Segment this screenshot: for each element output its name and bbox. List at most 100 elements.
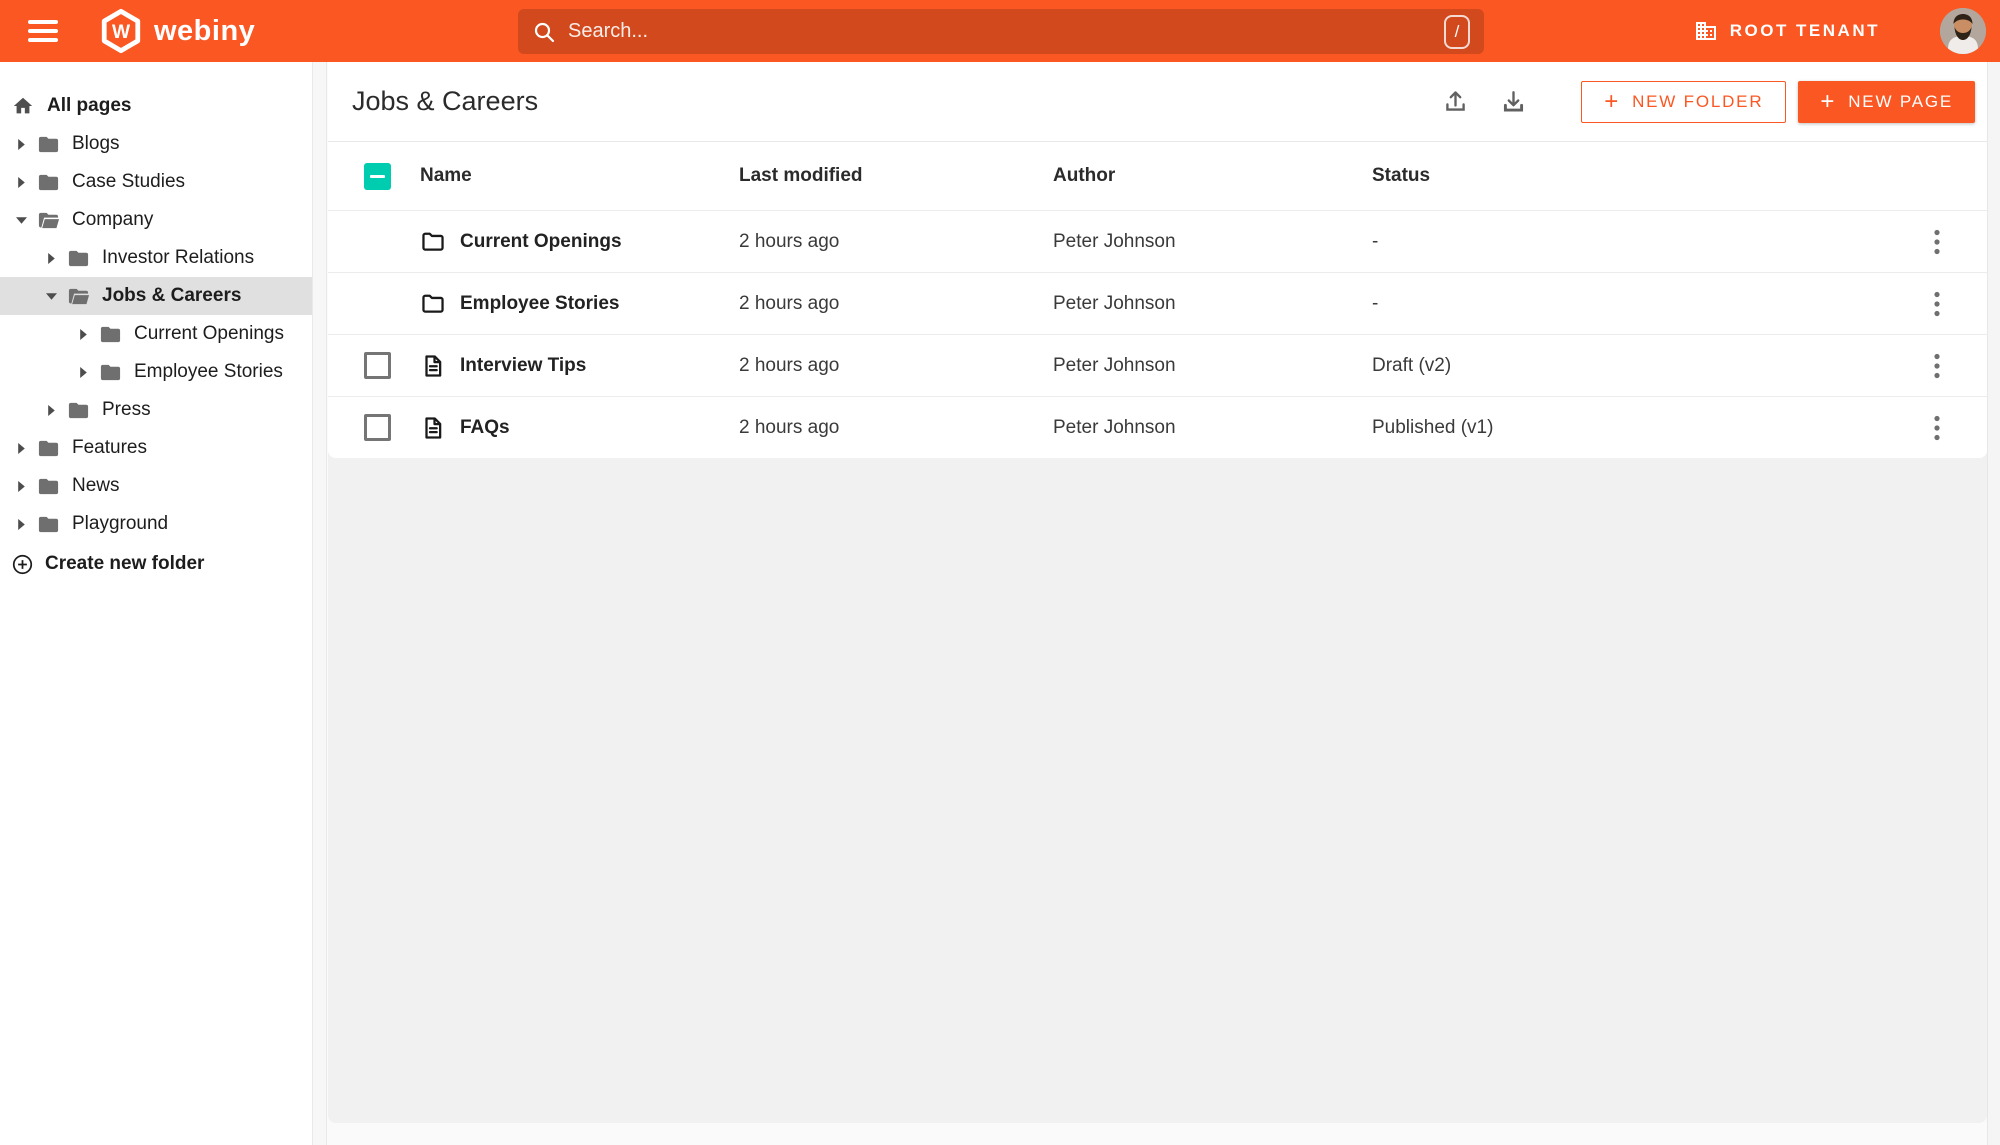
sidebar-item-all-pages[interactable]: All pages <box>0 87 312 125</box>
status-cell: Published (v1) <box>1372 416 1494 438</box>
plus-icon: + <box>1604 87 1621 115</box>
download-icon <box>1503 91 1523 112</box>
import-pages-button[interactable] <box>1491 80 1535 124</box>
home-icon <box>12 95 35 117</box>
webiny-page-builder: W webiny / ROOT TENANT <box>0 0 2000 1145</box>
sidebar-item-playground[interactable]: Playground <box>0 505 312 543</box>
name-cell[interactable]: FAQs <box>420 415 739 441</box>
user-avatar[interactable] <box>1940 8 1986 54</box>
kebab-icon <box>1934 291 1940 316</box>
row-checkbox[interactable] <box>364 352 391 379</box>
folder-open-icon <box>37 209 60 232</box>
last-modified-cell: 2 hours ago <box>739 292 840 314</box>
sidebar-item-current-openings[interactable]: Current Openings <box>0 315 312 353</box>
tenant-switcher[interactable]: ROOT TENANT <box>1694 0 1880 62</box>
new-page-label: NEW PAGE <box>1848 91 1953 111</box>
vertical-scrollbar[interactable] <box>1987 62 2000 1145</box>
sidebar-scrollbar[interactable] <box>312 62 327 1145</box>
sidebar-item-features[interactable]: Features <box>0 429 312 467</box>
name-cell[interactable]: Employee Stories <box>420 291 739 317</box>
name-cell[interactable]: Interview Tips <box>420 353 739 379</box>
webiny-logo[interactable]: W webiny <box>98 8 255 54</box>
create-new-folder-button[interactable]: Create new folder <box>0 545 312 583</box>
sidebar-item-label: Case Studies <box>72 171 186 192</box>
status-cell: Draft (v2) <box>1372 354 1452 376</box>
column-header-name[interactable]: Name <box>420 165 739 187</box>
name-cell[interactable]: Current Openings <box>420 229 739 255</box>
folder-icon <box>99 361 122 384</box>
chevron-right-icon[interactable] <box>46 252 57 264</box>
sidebar-item-label: Jobs & Careers <box>102 285 242 306</box>
new-folder-button[interactable]: + NEW FOLDER <box>1581 80 1787 123</box>
sidebar-item-company[interactable]: Company <box>0 201 312 239</box>
row-checkbox[interactable] <box>364 414 391 441</box>
circle-plus-icon <box>12 554 35 575</box>
sidebar-item-case-studies[interactable]: Case Studies <box>0 163 312 201</box>
chevron-down-icon[interactable] <box>46 291 57 302</box>
sidebar-item-label: Blogs <box>72 133 120 154</box>
chevron-right-icon[interactable] <box>78 366 89 378</box>
sidebar-item-press[interactable]: Press <box>0 391 312 429</box>
horizontal-scrollbar[interactable] <box>328 1123 1987 1145</box>
chevron-right-icon[interactable] <box>16 442 27 454</box>
sidebar-item-blogs[interactable]: Blogs <box>0 125 312 163</box>
chevron-right-icon[interactable] <box>16 176 27 188</box>
table-row-interview-tips[interactable]: Interview Tips 2 hours ago Peter Johnson… <box>328 334 1987 396</box>
table-row-current-openings[interactable]: Current Openings 2 hours ago Peter Johns… <box>328 210 1987 272</box>
folder-icon <box>37 513 60 536</box>
chevron-right-icon[interactable] <box>16 518 27 530</box>
column-header-status[interactable]: Status <box>1372 165 1907 187</box>
brand-wordmark: webiny <box>154 14 256 47</box>
folder-icon <box>99 323 122 346</box>
author-cell: Peter Johnson <box>1053 292 1176 314</box>
row-menu-button[interactable] <box>1915 406 1959 450</box>
page-icon <box>425 354 442 377</box>
search-input[interactable] <box>568 20 1444 43</box>
kebab-icon <box>1934 229 1940 254</box>
new-folder-label: NEW FOLDER <box>1632 91 1764 111</box>
table-body: Current Openings 2 hours ago Peter Johns… <box>328 210 1987 458</box>
table-row-employee-stories[interactable]: Employee Stories 2 hours ago Peter Johns… <box>328 272 1987 334</box>
sidebar-item-employee-stories[interactable]: Employee Stories <box>0 353 312 391</box>
chevron-right-icon[interactable] <box>78 328 89 340</box>
plus-icon: + <box>1820 87 1837 115</box>
search-icon <box>534 22 555 42</box>
sidebar-item-label: Playground <box>72 513 169 534</box>
table-row-faqs[interactable]: FAQs 2 hours ago Peter Johnson Published… <box>328 396 1987 458</box>
row-menu-button[interactable] <box>1915 344 1959 388</box>
create-new-folder-label: Create new folder <box>45 553 205 574</box>
status-cell: - <box>1372 292 1379 314</box>
new-page-button[interactable]: + NEW PAGE <box>1798 80 1975 123</box>
search-box[interactable]: / <box>518 9 1484 54</box>
svg-text:W: W <box>112 22 131 43</box>
sidebar-item-label: Current Openings <box>134 323 284 344</box>
folder-icon <box>67 399 90 422</box>
title-bar: Jobs & Careers + NEW FOLDER + NEW PAGE <box>328 62 1987 142</box>
sidebar-item-label: Investor Relations <box>102 247 255 268</box>
menu-icon[interactable] <box>28 18 62 44</box>
column-header-author[interactable]: Author <box>1053 165 1372 187</box>
chevron-right-icon[interactable] <box>16 138 27 150</box>
chevron-down-icon[interactable] <box>16 215 27 226</box>
row-menu-button[interactable] <box>1915 282 1959 326</box>
folder-icon <box>37 171 60 194</box>
sidebar-item-news[interactable]: News <box>0 467 312 505</box>
upload-icon <box>1445 91 1465 111</box>
folder-icon <box>37 133 60 156</box>
content-panel: Jobs & Careers + NEW FOLDER + NEW PAGE N… <box>328 62 1987 1123</box>
sidebar-item-label: Employee Stories <box>134 361 283 382</box>
tenant-label: ROOT TENANT <box>1729 21 1880 40</box>
sidebar-item-label: News <box>72 475 120 496</box>
table-header: Name Last modified Author Status <box>328 142 1987 210</box>
row-menu-button[interactable] <box>1915 220 1959 264</box>
select-all-checkbox[interactable] <box>364 162 391 190</box>
chevron-right-icon[interactable] <box>46 404 57 416</box>
kebab-icon <box>1934 353 1940 378</box>
chevron-right-icon[interactable] <box>16 480 27 492</box>
column-header-last-modified[interactable]: Last modified <box>739 165 1053 187</box>
page-title: Jobs & Careers <box>352 86 539 116</box>
sidebar-item-jobs-careers[interactable]: Jobs & Careers <box>0 277 312 315</box>
export-pages-button[interactable] <box>1433 80 1477 124</box>
last-modified-cell: 2 hours ago <box>739 230 840 252</box>
sidebar-item-investor-relations[interactable]: Investor Relations <box>0 239 312 277</box>
